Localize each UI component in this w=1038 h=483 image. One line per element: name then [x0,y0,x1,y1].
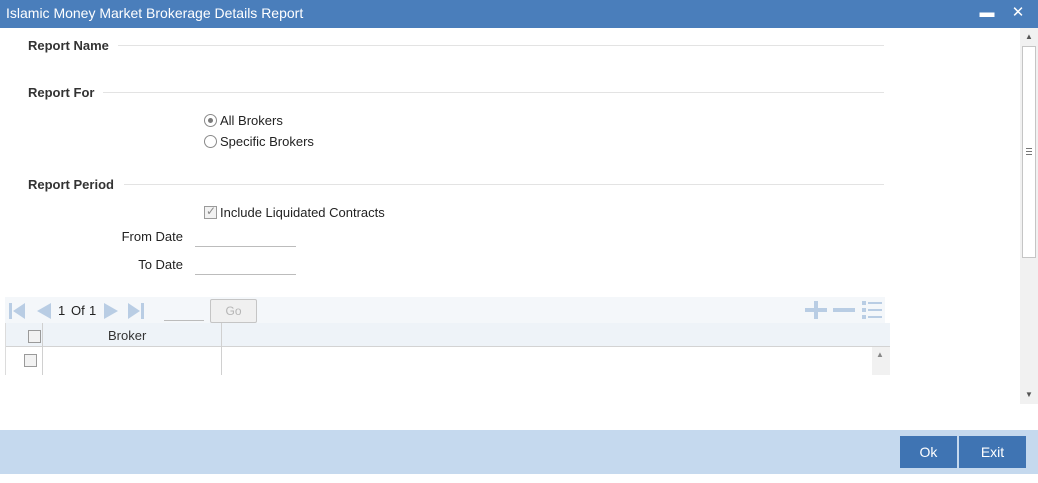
add-row-icon[interactable] [803,299,829,321]
grip-icon [1026,148,1032,155]
from-date-input[interactable] [195,227,296,247]
next-page-icon[interactable] [101,300,123,322]
broker-grid: Broker ▲ [5,323,890,375]
page-number-input[interactable] [164,301,204,321]
scroll-up-icon[interactable]: ▲ [876,350,884,359]
table-row[interactable] [6,347,872,375]
total-pages: 1 [89,303,97,318]
radio-label-specific-brokers: Specific Brokers [220,134,314,149]
scrollbar-thumb[interactable] [1022,46,1036,258]
grid-header: Broker [6,323,890,347]
section-divider [118,45,884,46]
column-header-broker: Broker [108,328,147,343]
section-report-name: Report Name [28,38,109,53]
column-divider [221,323,222,347]
radio-specific-brokers[interactable]: Specific Brokers [204,134,314,149]
column-divider [42,347,43,375]
close-icon[interactable]: ✕ [1008,2,1028,24]
minimize-icon[interactable]: ▬ [977,2,997,24]
to-date-input[interactable] [195,255,296,275]
previous-page-icon[interactable] [32,300,54,322]
scroll-up-icon[interactable]: ▲ [1025,32,1033,41]
title-bar: Islamic Money Market Brokerage Details R… [0,0,1038,28]
single-view-icon[interactable] [859,299,885,321]
to-date-label: To Date [138,257,183,272]
footer-bar: Ok Exit [0,430,1038,474]
window-scrollbar[interactable]: ▲ ▼ [1020,28,1038,404]
first-page-icon[interactable] [6,300,28,322]
include-liquidated-checkbox-row[interactable]: Include Liquidated Contracts [204,204,385,220]
grid-scrollbar[interactable]: ▲ [872,347,890,375]
last-page-icon[interactable] [125,300,147,322]
radio-label-all-brokers: All Brokers [220,113,283,128]
include-liquidated-checkbox[interactable] [204,204,217,219]
go-button[interactable]: Go [210,299,257,323]
select-all-checkbox[interactable] [28,330,41,343]
page-of-label: Of [71,303,85,318]
section-divider [103,92,884,93]
include-liquidated-label: Include Liquidated Contracts [220,205,385,220]
delete-row-icon[interactable] [831,299,857,321]
window-title: Islamic Money Market Brokerage Details R… [6,5,304,21]
radio-button[interactable] [204,135,217,148]
from-date-label: From Date [121,229,183,244]
radio-all-brokers[interactable]: All Brokers [204,113,283,128]
column-divider [221,347,222,375]
scroll-down-icon[interactable]: ▼ [1025,390,1033,399]
exit-button[interactable]: Exit [959,436,1026,468]
radio-button-selected[interactable] [204,114,217,127]
section-divider [124,184,884,185]
current-page: 1 [58,303,66,318]
section-report-for: Report For [28,85,95,100]
row-checkbox[interactable] [24,354,37,367]
column-divider [42,323,43,347]
grid-pager: 1 Of 1 Go [5,297,885,325]
bottom-strip [0,474,1038,483]
ok-button[interactable]: Ok [900,436,957,468]
section-report-period: Report Period [28,177,114,192]
